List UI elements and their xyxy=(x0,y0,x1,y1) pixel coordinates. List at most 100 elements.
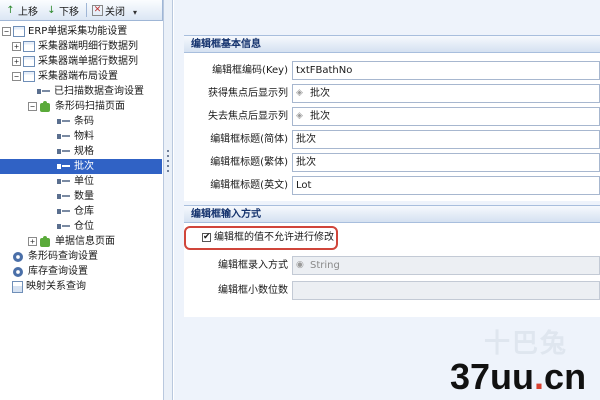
tree-item-stock-query[interactable]: 库存查询设置 xyxy=(12,264,88,279)
collapse-icon[interactable]: − xyxy=(12,72,21,81)
decimals-label: 编辑框小数位数 xyxy=(218,285,288,296)
tree-item-layout-settings[interactable]: − 采集器端布局设置 xyxy=(12,69,118,84)
field-icon xyxy=(57,222,71,231)
grip-dot xyxy=(167,160,169,162)
input-mode-value: String xyxy=(310,260,340,271)
tree-label: 映射关系查询 xyxy=(26,281,86,292)
focus-gain-select[interactable]: ◈ 批次 xyxy=(292,84,600,103)
input-mode-group: 编辑框输入方式 ✔ 编辑框的值不允许进行修改 编辑框录入方式 ◉ String 编辑… xyxy=(184,205,600,317)
window-icon xyxy=(23,56,35,67)
grip-dot xyxy=(167,155,169,157)
tree-label: 物料 xyxy=(74,131,94,142)
tree-item-barcode-query[interactable]: 条形码查询设置 xyxy=(12,249,98,264)
field-icon xyxy=(57,207,71,216)
close-button[interactable]: ✕ 关闭 xyxy=(89,2,128,19)
grip-dot xyxy=(167,165,169,167)
puzzle-icon xyxy=(39,100,52,113)
tree-root[interactable]: − ERP单据采集功能设置 xyxy=(2,24,127,39)
group-title: 编辑框输入方式 xyxy=(184,205,600,223)
group-body: 编辑框编码(Key) txtFBathNo 获得焦点后显示列 ◈ 批次 失去焦点后… xyxy=(184,53,600,201)
field-icon xyxy=(57,162,71,171)
tree-label: 已扫描数据查询设置 xyxy=(54,86,144,97)
input-mode-select[interactable]: ◉ String xyxy=(292,256,600,275)
tree-item-barcode-page[interactable]: − 条形码扫描页面 xyxy=(28,99,125,114)
window-icon xyxy=(13,26,25,37)
readonly-label: 编辑框的值不允许进行修改 xyxy=(214,232,334,243)
tree-label: 批次 xyxy=(74,161,94,172)
tree-item-material[interactable]: 物料 xyxy=(57,129,94,144)
window-icon xyxy=(23,41,35,52)
expand-icon[interactable]: + xyxy=(28,237,37,246)
close-icon: ✕ xyxy=(92,4,103,16)
puzzle-icon xyxy=(39,235,52,248)
code-label: 编辑框编码(Key) xyxy=(212,65,288,76)
checkbox-icon[interactable]: ✔ xyxy=(202,232,211,242)
focus-lost-select[interactable]: ◈ 批次 xyxy=(292,107,600,126)
toolbar-overflow-icon[interactable]: ▾ xyxy=(130,3,140,17)
watermark-site-name: 37uu xyxy=(450,356,535,397)
tree-label: 仓位 xyxy=(74,221,94,232)
tree-item-scanned-query[interactable]: 已扫描数据查询设置 xyxy=(37,84,144,99)
tree-item-batch[interactable]: 批次 xyxy=(0,159,162,174)
tree-label: 规格 xyxy=(74,146,94,157)
close-label: 关闭 xyxy=(105,6,125,18)
tree-label: 单位 xyxy=(74,176,94,187)
input-mode-label: 编辑框录入方式 xyxy=(218,260,288,271)
document-icon xyxy=(12,280,23,293)
tag-icon: ◈ xyxy=(296,111,303,121)
title-simplified-label: 编辑框标题(简体) xyxy=(210,134,288,145)
watermark-site: 37uu.cn xyxy=(450,356,586,398)
move-up-button[interactable]: ↑ 上移 xyxy=(2,2,41,19)
focus-lost-label: 失去焦点后显示列 xyxy=(208,111,288,122)
watermark-tld: cn xyxy=(544,356,587,397)
basic-info-group: 编辑框基本信息 编辑框编码(Key) txtFBathNo 获得焦点后显示列 ◈… xyxy=(184,35,600,201)
panel-splitter[interactable] xyxy=(163,0,173,400)
tree-item-spec[interactable]: 规格 xyxy=(57,144,94,159)
properties-panel: 编辑框基本信息 编辑框编码(Key) txtFBathNo 获得焦点后显示列 ◈… xyxy=(174,0,600,400)
window-icon xyxy=(23,71,35,82)
tree-item-barcode[interactable]: 条码 xyxy=(57,114,94,129)
tree-item-unit[interactable]: 单位 xyxy=(57,174,94,189)
field-icon xyxy=(57,147,71,156)
radio-icon: ◉ xyxy=(296,260,304,270)
move-down-button[interactable]: ↓ 下移 xyxy=(43,2,82,19)
grip-dot xyxy=(167,150,169,152)
arrow-up-icon: ↑ xyxy=(6,4,15,16)
tree-label: 采集器端布局设置 xyxy=(38,71,118,82)
tree-label: 数量 xyxy=(74,191,94,202)
tag-icon: ◈ xyxy=(296,88,303,98)
title-simplified-input[interactable]: 批次 xyxy=(292,130,600,149)
title-english-label: 编辑框标题(英文) xyxy=(210,180,288,191)
focus-gain-label: 获得焦点后显示列 xyxy=(208,88,288,99)
toolbar: ↑ 上移 ↓ 下移 ✕ 关闭 ▾ xyxy=(0,0,163,21)
readonly-checkbox[interactable]: ✔ 编辑框的值不允许进行修改 xyxy=(202,231,334,245)
tree-label: ERP单据采集功能设置 xyxy=(28,26,128,37)
tree-item-header-columns[interactable]: + 采集器端单据行数据列 xyxy=(12,54,138,69)
tree-label: 条码 xyxy=(74,116,94,127)
tree-item-quantity[interactable]: 数量 xyxy=(57,189,94,204)
toolbar-separator xyxy=(86,3,87,17)
title-english-input[interactable]: Lot xyxy=(292,176,600,195)
expand-icon[interactable]: + xyxy=(12,42,21,51)
collapse-icon[interactable]: − xyxy=(2,27,11,36)
tree-item-detail-columns[interactable]: + 采集器端明细行数据列 xyxy=(12,39,138,54)
tree-item-doc-info-page[interactable]: + 单据信息页面 xyxy=(28,234,115,249)
focus-gain-value: 批次 xyxy=(310,88,330,99)
decimals-input[interactable] xyxy=(292,281,600,300)
title-traditional-input[interactable]: 批次 xyxy=(292,153,600,172)
collapse-icon[interactable]: − xyxy=(28,102,37,111)
tree-item-location[interactable]: 仓位 xyxy=(57,219,94,234)
tree-item-warehouse[interactable]: 仓库 xyxy=(57,204,94,219)
field-icon xyxy=(57,117,71,126)
list-icon xyxy=(37,87,51,96)
tree-label: 单据信息页面 xyxy=(55,236,115,247)
gear-icon xyxy=(12,251,25,263)
code-input[interactable]: txtFBathNo xyxy=(292,61,600,80)
expand-icon[interactable]: + xyxy=(12,57,21,66)
watermark-logo: 十巴兔 xyxy=(484,329,569,359)
tree-label: 库存查询设置 xyxy=(28,266,88,277)
tree-item-mapping-query[interactable]: 映射关系查询 xyxy=(12,279,86,294)
config-tree: − ERP单据采集功能设置 + 采集器端明细行数据列 + 采集器端单据行数据列 … xyxy=(0,22,163,400)
group-title: 编辑框基本信息 xyxy=(184,35,600,53)
tree-label: 采集器端明细行数据列 xyxy=(38,41,138,52)
